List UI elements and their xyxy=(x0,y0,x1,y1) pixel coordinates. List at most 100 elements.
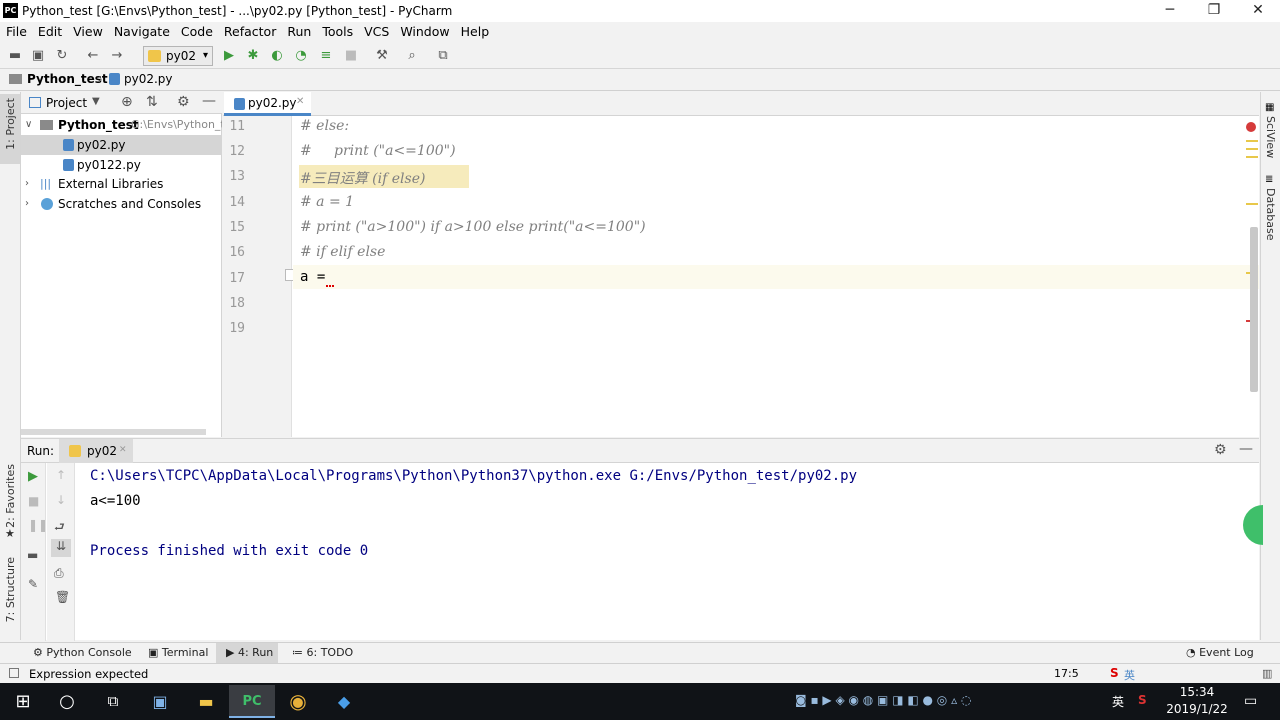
warning-marker[interactable] xyxy=(1246,203,1258,205)
tree-item-py0122[interactable]: py0122.py xyxy=(21,155,222,175)
tray-icons[interactable]: ◙ ▪ ▶ ◈ ◉ ◍ ▣ ◨ ◧ ● ◎ ▵ ◌ xyxy=(795,693,971,707)
notification-icon[interactable]: ▭ xyxy=(1244,693,1257,709)
back-arrow-icon[interactable]: ← xyxy=(84,47,102,65)
code-line-active[interactable]: a = xyxy=(300,269,334,285)
close-tab-icon[interactable]: ✕ xyxy=(119,445,127,455)
cortana-search-icon[interactable]: ○ xyxy=(44,685,90,718)
down-arrow-icon[interactable]: ↓ xyxy=(56,493,66,507)
toggle-tool-windows-icon[interactable] xyxy=(9,668,19,678)
code-line[interactable]: # a = 1 xyxy=(300,194,354,210)
open-folder-icon[interactable]: ▬ xyxy=(6,47,24,65)
close-button[interactable]: ✕ xyxy=(1236,0,1280,22)
run-tool-tab[interactable]: ▶ 4: Run xyxy=(226,646,273,659)
menu-refactor[interactable]: Refactor xyxy=(218,22,281,39)
file-explorer-icon[interactable]: ▬ xyxy=(183,685,229,718)
warning-marker[interactable] xyxy=(1246,156,1258,158)
layout-icon[interactable]: ▬ xyxy=(27,548,38,562)
menu-view[interactable]: View xyxy=(67,22,108,39)
code-line[interactable]: # print ("a>100") if a>100 else print("a… xyxy=(300,219,646,235)
soft-wrap-icon[interactable]: ⮐ xyxy=(54,518,65,539)
forward-arrow-icon[interactable]: → xyxy=(108,47,126,65)
menu-vcs[interactable]: VCS xyxy=(358,22,394,39)
chrome-icon[interactable]: ◉ xyxy=(275,685,321,718)
hide-panel-icon[interactable]: — xyxy=(202,93,216,109)
taskbar-app-icon[interactable]: ▣ xyxy=(137,685,183,718)
search-icon[interactable]: ⌕ xyxy=(403,47,421,65)
clock-time[interactable]: 15:34 xyxy=(1168,685,1226,699)
run-icon[interactable]: ▶ xyxy=(220,47,238,65)
code-line[interactable]: # if elif else xyxy=(300,244,385,260)
wrench-icon[interactable]: ⚒ xyxy=(373,47,391,65)
project-view-select[interactable]: Project xyxy=(46,96,87,110)
database-tool-tab[interactable]: Database xyxy=(1264,188,1277,241)
menu-run[interactable]: Run xyxy=(281,22,316,39)
todo-tab[interactable]: ≔ 6: TODO xyxy=(292,646,353,659)
code-line[interactable]: # else: xyxy=(300,118,349,134)
clock-date[interactable]: 2019/1/22 xyxy=(1166,702,1228,716)
save-icon[interactable]: ▣ xyxy=(29,47,47,65)
favorites-tool-tab[interactable]: 2: Favorites xyxy=(4,464,17,528)
maximize-button[interactable]: ❐ xyxy=(1192,0,1236,22)
stop-icon[interactable]: ■ xyxy=(342,47,360,65)
code-line[interactable]: #三目运算 (if else) xyxy=(300,168,425,188)
pin-icon[interactable]: ✎ xyxy=(28,577,38,591)
chevron-down-icon[interactable]: ▼ xyxy=(92,96,100,107)
menu-navigate[interactable]: Navigate xyxy=(108,22,175,39)
concurrency-icon[interactable]: ≡ xyxy=(317,47,335,65)
note-app-icon[interactable]: ◆ xyxy=(321,685,367,718)
menu-window[interactable]: Window xyxy=(394,22,454,39)
tree-item-py02[interactable]: py02.py xyxy=(21,135,222,155)
menu-code[interactable]: Code xyxy=(175,22,218,39)
structure-tool-tab[interactable]: 7: Structure xyxy=(4,557,17,622)
gear-icon[interactable]: ⚙ xyxy=(1214,442,1227,458)
minimize-button[interactable]: ─ xyxy=(1148,0,1192,22)
close-tab-icon[interactable]: ✕ xyxy=(296,96,304,107)
project-tool-tab[interactable]: 1: Project xyxy=(0,94,20,164)
terminal-tab[interactable]: ▣ Terminal xyxy=(148,646,208,659)
hide-panel-icon[interactable]: — xyxy=(1239,441,1253,457)
trash-icon[interactable]: 🗑 xyxy=(55,590,70,604)
sciview-tool-tab[interactable]: SciView xyxy=(1264,116,1277,158)
python-console-tab[interactable]: ⚙ Python Console xyxy=(33,646,132,659)
stop-icon[interactable]: ■ xyxy=(28,494,39,508)
profile-icon[interactable]: ◔ xyxy=(292,47,310,65)
gear-icon[interactable]: ⚙ xyxy=(177,94,190,110)
vertical-scrollbar[interactable] xyxy=(1250,227,1258,392)
print-icon[interactable]: ⎙ xyxy=(54,566,64,581)
code-line[interactable]: # print ("a<=100") xyxy=(300,143,456,159)
tree-item-external-libraries[interactable]: › ||| External Libraries xyxy=(21,174,222,194)
cursor-position[interactable]: 17:5 xyxy=(1054,667,1079,680)
horizontal-scrollbar[interactable] xyxy=(21,429,206,435)
warning-marker[interactable] xyxy=(1246,140,1258,142)
coverage-icon[interactable]: ◐ xyxy=(268,47,286,65)
breadcrumb-file[interactable]: py02.py xyxy=(124,72,173,86)
task-view-icon[interactable]: ⧉ xyxy=(90,685,136,718)
scroll-to-end-icon[interactable]: ⇊ xyxy=(51,539,71,557)
run-tab-py02[interactable]: py02 ✕ xyxy=(59,439,133,463)
rerun-icon[interactable]: ▶ xyxy=(28,469,38,484)
collapse-icon[interactable]: ⇅ xyxy=(146,94,158,110)
menu-edit[interactable]: Edit xyxy=(32,22,67,39)
run-configuration-select[interactable]: py02 ▾ xyxy=(143,46,213,66)
sync-icon[interactable]: ↻ xyxy=(53,47,71,65)
event-log-tab[interactable]: ◔ Event Log xyxy=(1186,646,1254,659)
breadcrumb-project[interactable]: Python_test xyxy=(27,72,108,86)
locate-icon[interactable]: ⊕ xyxy=(121,94,133,110)
menu-file[interactable]: File xyxy=(0,22,32,39)
python-console-icon[interactable]: ⧉ xyxy=(434,47,452,65)
lock-icon[interactable]: ▥ xyxy=(1262,667,1272,680)
up-arrow-icon[interactable]: ↑ xyxy=(56,468,66,482)
error-indicator-icon[interactable] xyxy=(1246,122,1256,132)
pause-icon[interactable]: ❚❚ xyxy=(28,518,48,532)
tree-item-scratches[interactable]: › Scratches and Consoles xyxy=(21,194,222,214)
pycharm-taskbar-icon[interactable]: PC xyxy=(229,685,275,718)
menu-help[interactable]: Help xyxy=(455,22,495,39)
windows-start-icon[interactable]: ⊞ xyxy=(0,685,46,718)
sogou-ime-icon[interactable]: S xyxy=(1138,693,1147,707)
menu-tools[interactable]: Tools xyxy=(316,22,358,39)
debug-icon[interactable]: ✱ xyxy=(244,47,262,65)
warning-marker[interactable] xyxy=(1246,148,1258,150)
floating-widget-icon[interactable] xyxy=(1243,505,1263,545)
editor-tab-py02[interactable]: py02.py ✕ xyxy=(224,92,311,116)
tree-item-root[interactable]: ∨ Python_test G:\Envs\Python_t xyxy=(21,115,222,135)
